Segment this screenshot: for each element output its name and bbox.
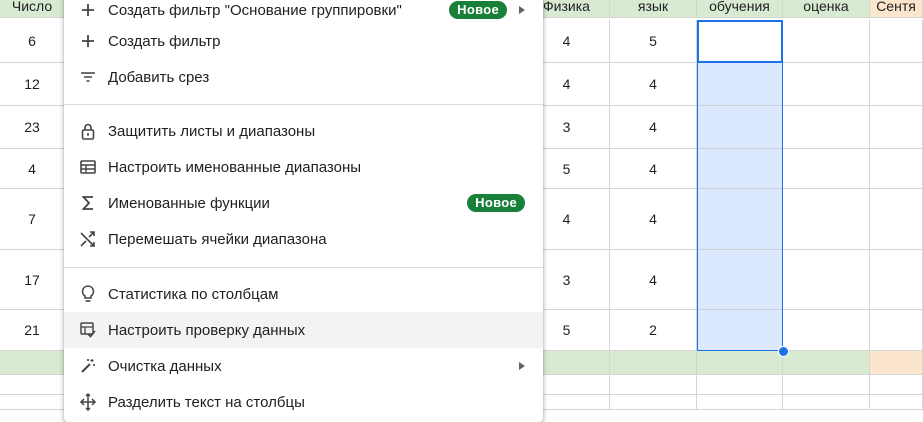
submenu-arrow-icon [519,6,525,14]
table-cell[interactable]: 17 [0,250,65,310]
menu-item-protect-sheets[interactable]: Защитить листы и диапазоны [64,113,543,149]
table-cell[interactable] [697,310,783,351]
table-cell[interactable] [783,63,870,106]
table-cell[interactable]: 7 [0,189,65,250]
column-header-cell[interactable]: язык [610,0,697,18]
table-cell[interactable]: 4 [610,106,697,149]
table-cell[interactable]: 2 [610,310,697,351]
new-badge: Новое [449,1,507,19]
table-cell[interactable] [783,310,870,351]
menu-item-named-ranges[interactable]: Настроить именованные диапазоны [64,149,543,185]
menu-item-add-slicer[interactable]: Добавить срез [64,59,543,95]
empty-cell[interactable] [783,395,870,410]
menu-item-label: Именованные функции [108,194,270,212]
menu-item-create-filter[interactable]: Создать фильтр [64,23,543,59]
magic-wand-icon [78,356,98,376]
submenu-arrow-icon [519,362,525,370]
active-cell[interactable] [697,20,783,63]
menu-divider [64,104,543,105]
menu-item-label: Защитить листы и диапазоны [108,122,316,140]
table-cell[interactable] [783,189,870,250]
empty-cell[interactable] [783,375,870,395]
fill-handle[interactable] [778,346,789,357]
table-cell[interactable]: 6 [0,20,65,63]
shuffle-icon [78,229,98,249]
summary-band-cell[interactable] [783,351,870,375]
table-cell[interactable]: 23 [0,106,65,149]
data-context-menu: Создать фильтр "Основание группировки" Н… [64,0,543,422]
table-cell[interactable] [697,189,783,250]
table-cell[interactable] [783,149,870,189]
empty-cell[interactable] [610,375,697,395]
empty-cell[interactable] [697,375,783,395]
table-cell[interactable]: 21 [0,310,65,351]
table-cell[interactable] [697,63,783,106]
menu-item-split-text[interactable]: Разделить текст на столбцы [64,384,543,420]
table-cell[interactable] [783,250,870,310]
column-header-cell[interactable]: оценка [783,0,870,18]
table-cell[interactable]: 4 [610,250,697,310]
table-cell[interactable]: 4 [610,189,697,250]
empty-cell[interactable] [697,395,783,410]
menu-item-shuffle-range[interactable]: Перемешать ячейки диапазона [64,221,543,257]
table-cell[interactable]: 4 [610,63,697,106]
table-cell[interactable] [697,250,783,310]
table-cell[interactable] [870,20,923,63]
split-columns-icon [78,392,98,412]
summary-band-cell[interactable] [610,351,697,375]
table-cell[interactable] [870,106,923,149]
table-cell[interactable]: 4 [610,149,697,189]
menu-item-named-functions[interactable]: Именованные функции Новое [64,185,543,221]
empty-cell[interactable] [870,375,923,395]
table-icon [78,157,98,177]
empty-cell[interactable] [0,375,65,395]
menu-item-label: Добавить срез [108,68,210,86]
menu-item-label: Настроить именованные диапазоны [108,158,362,176]
menu-item-data-validation[interactable]: Настроить проверку данных [64,312,543,348]
filter-lines-icon [78,67,98,87]
table-cell[interactable] [870,250,923,310]
menu-item-label: Статистика по столбцам [108,285,279,303]
table-cell[interactable]: 12 [0,63,65,106]
lock-icon [78,121,98,141]
empty-cell[interactable] [870,395,923,410]
sigma-icon [78,193,98,213]
menu-item-label: Перемешать ячейки диапазона [108,230,327,248]
menu-item-data-cleanup[interactable]: Очистка данных [64,348,543,384]
table-cell[interactable] [783,106,870,149]
table-cell[interactable] [870,63,923,106]
new-badge: Новое [467,194,525,212]
data-validation-icon [78,320,98,340]
menu-item-label: Очистка данных [108,357,222,375]
table-cell[interactable] [697,106,783,149]
column-header-cell[interactable]: Сентя [870,0,923,18]
lightbulb-icon [78,284,98,304]
summary-band-cell[interactable] [0,351,65,375]
menu-item-label: Создать фильтр "Основание группировки" [108,1,402,19]
summary-band-cell[interactable] [697,351,783,375]
menu-item-column-stats[interactable]: Статистика по столбцам [64,276,543,312]
plus-icon [78,0,98,20]
empty-cell[interactable] [610,395,697,410]
column-header-cell[interactable]: Число [0,0,65,18]
table-cell[interactable] [870,189,923,250]
column-header-cell[interactable]: обучения [697,0,783,18]
table-cell[interactable] [697,149,783,189]
empty-cell[interactable] [0,395,65,410]
menu-item-label: Настроить проверку данных [108,321,306,339]
table-cell[interactable] [870,310,923,351]
plus-icon [78,31,98,51]
table-cell[interactable] [870,149,923,189]
summary-band-cell[interactable] [870,351,923,375]
table-cell[interactable] [783,20,870,63]
menu-item-label: Создать фильтр [108,32,221,50]
table-cell[interactable]: 5 [610,20,697,63]
table-cell[interactable]: 4 [0,149,65,189]
menu-item-label: Разделить текст на столбцы [108,393,305,411]
menu-divider [64,267,543,268]
